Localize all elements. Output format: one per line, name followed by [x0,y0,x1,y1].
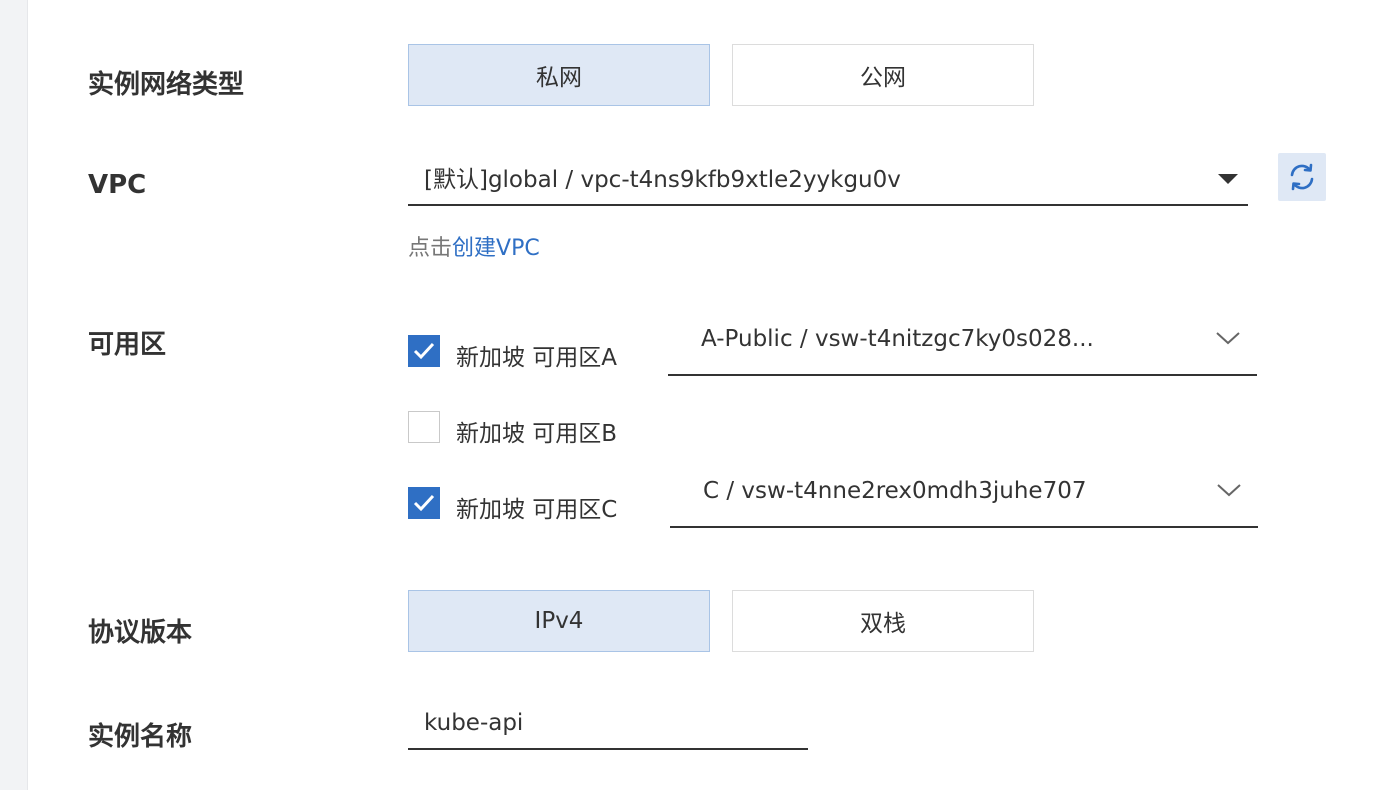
zone-a-vswitch-value: A-Public / vsw-t4nitzgc7ky0s028... [701,326,1094,352]
chevron-down-icon [1217,484,1241,497]
zone-c-vswitch-value: C / vsw-t4nne2rex0mdh3juhe707 [703,478,1087,504]
chevron-down-icon [1216,332,1240,345]
zone-c-vswitch-select[interactable]: C / vsw-t4nne2rex0mdh3juhe707 [670,464,1258,528]
vpc-label: VPC [88,170,147,200]
vpc-select-value: [默认]global / vpc-t4ns9kfb9xtle2yykgu0v [424,167,901,193]
zone-b-checkbox[interactable] [408,411,440,443]
refresh-button[interactable] [1278,153,1326,201]
zone-a-checkbox[interactable] [408,335,440,367]
network-type-private-button[interactable]: 私网 [408,44,710,106]
zone-c-checkbox[interactable] [408,487,440,519]
zone-c-name: 新加坡 可用区C [456,497,618,523]
protocol-ipv4-button[interactable]: IPv4 [408,590,710,652]
vpc-select[interactable]: [默认]global / vpc-t4ns9kfb9xtle2yykgu0v [408,150,1248,206]
create-vpc-hint: 点击创建VPC [408,230,540,262]
protocol-dual-stack-button[interactable]: 双栈 [732,590,1034,652]
instance-name-input[interactable] [408,698,808,750]
zone-a-name: 新加坡 可用区A [456,345,618,371]
checkmark-icon [413,342,435,360]
refresh-icon [1290,163,1314,191]
caret-down-icon [1218,174,1238,184]
left-sidebar-edge [0,0,28,790]
create-vpc-link[interactable]: 创建VPC [452,236,540,261]
create-vpc-hint-prefix: 点击 [408,236,453,261]
protocol-label: 协议版本 [88,618,193,648]
zone-label: 可用区 [88,330,167,360]
checkmark-icon [413,494,435,512]
zone-b-name: 新加坡 可用区B [456,421,618,447]
network-type-label: 实例网络类型 [88,70,245,100]
zone-a-vswitch-select[interactable]: A-Public / vsw-t4nitzgc7ky0s028... [668,312,1257,376]
network-type-public-button[interactable]: 公网 [732,44,1034,106]
instance-name-label: 实例名称 [88,722,193,752]
